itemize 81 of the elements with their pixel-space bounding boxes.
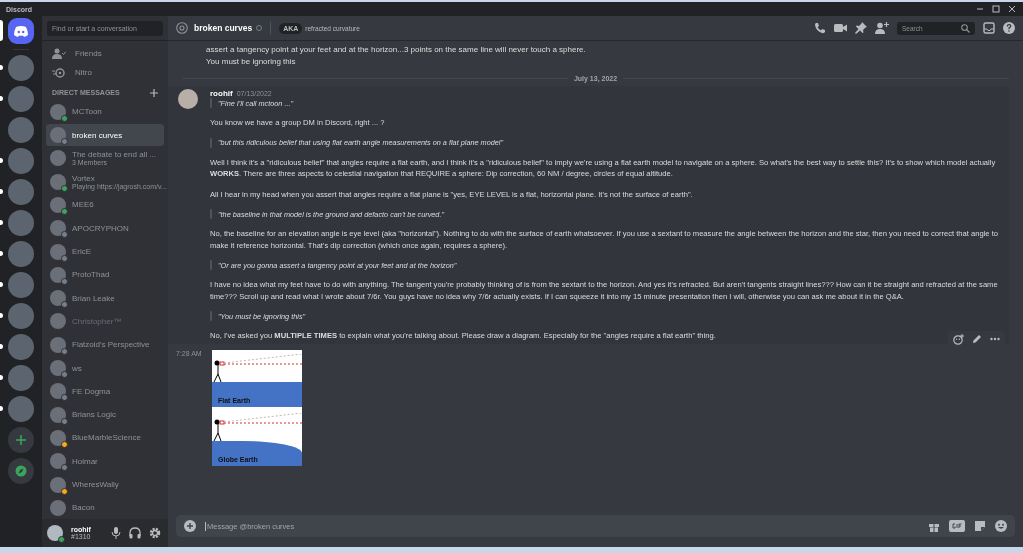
avatar xyxy=(50,197,66,213)
plus-icon xyxy=(15,434,27,446)
video-camera-icon[interactable] xyxy=(834,23,847,33)
avatar xyxy=(50,313,66,330)
add-icon[interactable] xyxy=(184,520,196,532)
add-icon[interactable] xyxy=(150,88,158,97)
avatar xyxy=(50,383,66,400)
server-icon[interactable] xyxy=(8,117,34,143)
server-icon[interactable] xyxy=(8,334,34,360)
explore-button[interactable] xyxy=(8,458,34,484)
dm-item[interactable]: Flatzoid's Perspective xyxy=(46,333,164,356)
message-text: assert a tangency point at your feet and at the horizon...3 points on the same line will never touch a sphere. xyxy=(206,44,587,56)
search-icon xyxy=(961,23,970,33)
sticker-icon[interactable] xyxy=(974,520,986,532)
home-button[interactable] xyxy=(8,18,34,44)
server-icon[interactable] xyxy=(8,179,34,205)
inbox-icon[interactable] xyxy=(983,22,995,34)
dm-item[interactable]: Hoimar xyxy=(46,450,164,473)
dm-item[interactable]: broken curves xyxy=(46,123,164,147)
game-controller-icon xyxy=(13,25,29,37)
avatar xyxy=(50,103,66,120)
avatar xyxy=(50,266,66,283)
dm-item[interactable]: Bacon xyxy=(46,496,164,519)
emoji-icon[interactable] xyxy=(995,520,1007,532)
avatar xyxy=(50,336,66,353)
server-icon[interactable] xyxy=(8,396,34,422)
server-icon[interactable] xyxy=(8,86,34,112)
channel-title: broken curves xyxy=(194,23,253,33)
nav-item[interactable]: Nitro xyxy=(46,63,164,82)
compass-icon xyxy=(15,465,27,477)
headphones-icon[interactable] xyxy=(129,527,141,539)
avatar xyxy=(50,150,66,167)
dm-item[interactable]: Brian Leake xyxy=(46,287,164,310)
dm-item[interactable]: ws xyxy=(46,356,164,380)
avatar xyxy=(50,243,66,260)
add-reaction-icon[interactable] xyxy=(953,333,964,345)
dm-item[interactable]: EricE xyxy=(46,240,164,263)
server-icon[interactable] xyxy=(8,55,34,81)
avatar xyxy=(50,429,66,446)
dm-item[interactable]: APOCRYPHON xyxy=(46,217,164,240)
pin-icon[interactable] xyxy=(855,22,867,34)
avatar xyxy=(50,406,66,423)
server-icon[interactable] xyxy=(8,303,34,329)
gif-icon[interactable] xyxy=(949,520,965,532)
avatar xyxy=(50,453,66,470)
author-name[interactable]: roohif xyxy=(210,89,233,98)
server-icon[interactable] xyxy=(8,241,34,267)
dm-item[interactable]: WheresWally xyxy=(46,473,164,496)
dm-item[interactable]: MEE6 xyxy=(46,193,164,217)
avatar xyxy=(50,173,66,190)
avatar xyxy=(50,290,66,307)
add-server-button[interactable] xyxy=(8,427,34,453)
settings-icon[interactable] xyxy=(149,527,161,539)
pencil-icon[interactable] xyxy=(972,334,982,344)
server-icon[interactable] xyxy=(8,272,34,298)
avatar xyxy=(50,220,66,237)
phone-icon[interactable] xyxy=(814,22,826,34)
nitro-icon xyxy=(52,66,66,79)
dm-item[interactable]: MCToon xyxy=(46,100,164,123)
close-icon[interactable] xyxy=(1007,4,1017,14)
server-icon[interactable] xyxy=(8,148,34,174)
dm-item[interactable]: ProtoThad xyxy=(46,263,164,287)
avatar xyxy=(50,476,66,493)
avatar xyxy=(50,360,66,377)
more-icon[interactable] xyxy=(990,337,1000,341)
avatar xyxy=(47,525,63,541)
microphone-icon[interactable] xyxy=(111,527,121,539)
help-icon[interactable] xyxy=(1003,22,1015,34)
add-friend-icon[interactable] xyxy=(875,22,889,34)
maximize-icon[interactable] xyxy=(991,4,1001,14)
avatar xyxy=(50,127,66,144)
nav-item[interactable]: Friends xyxy=(46,45,164,63)
friends-icon xyxy=(52,47,66,60)
server-icon[interactable] xyxy=(8,210,34,236)
server-icon[interactable] xyxy=(8,365,34,391)
avatar xyxy=(178,89,198,109)
message-text: You must be ignoring this xyxy=(206,55,297,67)
avatar xyxy=(50,499,66,516)
dm-item[interactable]: Brians Logic xyxy=(46,403,164,426)
dm-item[interactable]: BlueMarbleScience xyxy=(46,426,164,450)
dm-item[interactable]: FE Dogma xyxy=(46,380,164,403)
